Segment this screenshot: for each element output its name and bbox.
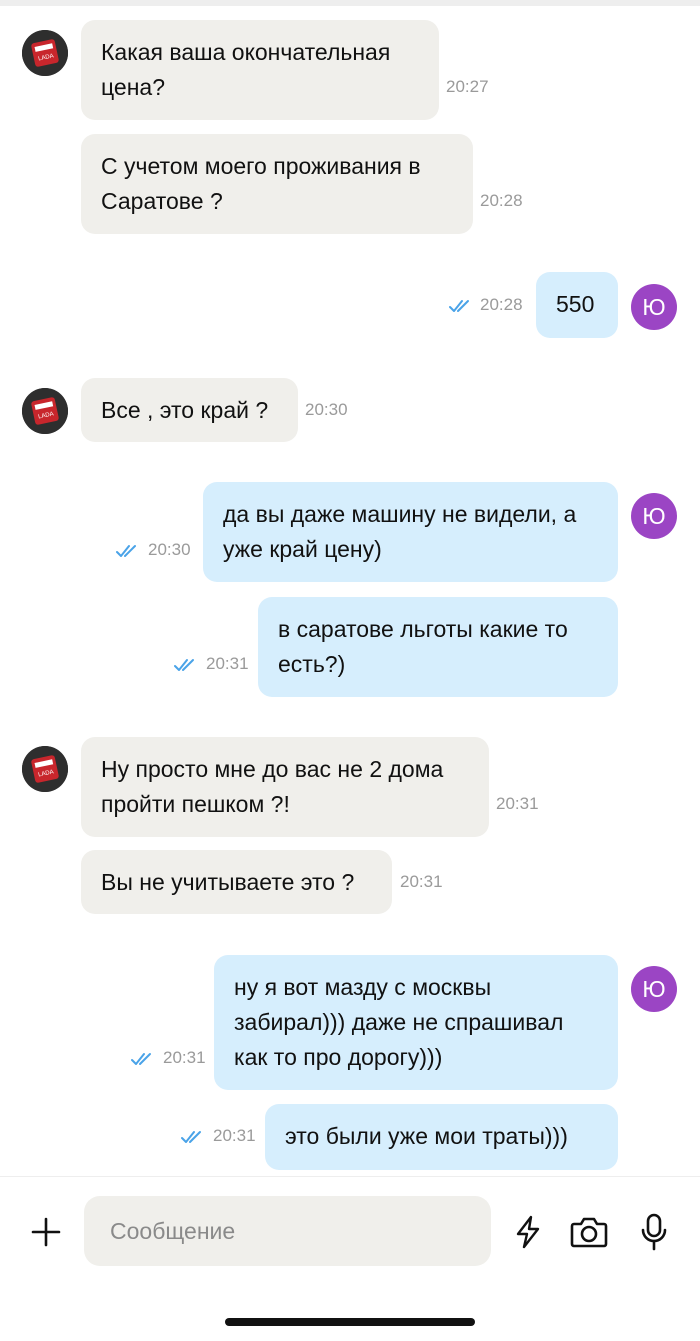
lightning-icon [516, 1215, 540, 1249]
message-bubble[interactable]: 550 [536, 272, 618, 338]
microphone-icon [641, 1213, 667, 1251]
seller-avatar[interactable]: LADA [22, 30, 68, 76]
message-time: 20:31 [206, 654, 249, 673]
message-text-line: Какая ваша окончательная [101, 39, 391, 65]
message-text-line: Вы не учитываете это ? [101, 869, 355, 895]
message-input[interactable] [84, 1196, 491, 1266]
lada-logo-icon: LADA [22, 746, 68, 792]
my-avatar[interactable]: Ю [631, 966, 677, 1012]
message-bubble[interactable]: ну я вот мазду с москвы забирал))) даже … [214, 955, 618, 1090]
attach-button[interactable] [24, 1210, 68, 1254]
lada-logo-icon: LADA [22, 30, 68, 76]
message-text-line: уже край цену) [223, 536, 382, 562]
my-avatar[interactable]: Ю [631, 284, 677, 330]
message-text-line: ну я вот мазду с москвы [234, 974, 492, 1000]
voice-message-button[interactable] [634, 1208, 674, 1256]
plus-icon [31, 1217, 61, 1247]
message-text-line: 550 [556, 291, 595, 317]
message-bubble[interactable]: это были уже мои траты))) [265, 1104, 618, 1170]
message-text-line: в саратове льготы какие то [278, 616, 568, 642]
message-time: 20:28 [480, 191, 523, 210]
read-checkmarks-icon [116, 545, 136, 557]
message-bubble[interactable]: Ну просто мне до вас не 2 дома пройти пе… [81, 737, 489, 837]
message-text-line: это были уже мои траты))) [285, 1123, 568, 1149]
message-text-line: пройти пешком ?! [101, 791, 290, 817]
message-time: 20:27 [446, 77, 489, 96]
message-text-line: да вы даже машину не видели, а [223, 501, 577, 527]
message-text-line: есть?) [278, 651, 346, 677]
lada-logo-icon: LADA [22, 388, 68, 434]
message-time: 20:31 [400, 872, 443, 891]
camera-button[interactable] [566, 1210, 612, 1254]
message-text-line: Саратове ? [101, 188, 223, 214]
seller-avatar[interactable]: LADA [22, 746, 68, 792]
message-time: 20:30 [305, 400, 348, 419]
message-bubble[interactable]: да вы даже машину не видели, а уже край … [203, 482, 618, 582]
message-text-line: С учетом моего проживания в [101, 153, 421, 179]
message-text-line: забирал))) даже не спрашивал [234, 1009, 564, 1035]
message-composer [0, 1176, 700, 1341]
read-checkmarks-icon [181, 1131, 201, 1143]
message-time: 20:31 [496, 794, 539, 813]
message-bubble[interactable]: Вы не учитываете это ? [81, 850, 392, 914]
message-text-line: цена? [101, 74, 165, 100]
seller-avatar[interactable]: LADA [22, 388, 68, 434]
message-time: 20:31 [213, 1126, 256, 1145]
message-text-line: Все , это край ? [101, 397, 269, 423]
message-time: 20:28 [480, 295, 523, 314]
message-text-line: Ну просто мне до вас не 2 дома [101, 756, 444, 782]
message-time: 20:31 [163, 1048, 206, 1067]
message-bubble[interactable]: Какая ваша окончательная цена? [81, 20, 439, 120]
chat-thread[interactable]: LADA Какая ваша окончательная цена? 20:2… [0, 0, 700, 1176]
message-bubble[interactable]: Все , это край ? [81, 378, 298, 442]
read-checkmarks-icon [449, 300, 469, 312]
read-checkmarks-icon [131, 1053, 151, 1065]
my-avatar[interactable]: Ю [631, 493, 677, 539]
message-bubble[interactable]: С учетом моего проживания в Саратове ? [81, 134, 473, 234]
camera-icon [570, 1217, 608, 1248]
read-checkmarks-icon [174, 659, 194, 671]
message-text-line: как то про дорогу))) [234, 1044, 443, 1070]
quick-reply-button[interactable] [508, 1210, 548, 1254]
message-bubble[interactable]: в саратове льготы какие то есть?) [258, 597, 618, 697]
message-time: 20:30 [148, 540, 191, 559]
home-indicator [225, 1318, 475, 1326]
